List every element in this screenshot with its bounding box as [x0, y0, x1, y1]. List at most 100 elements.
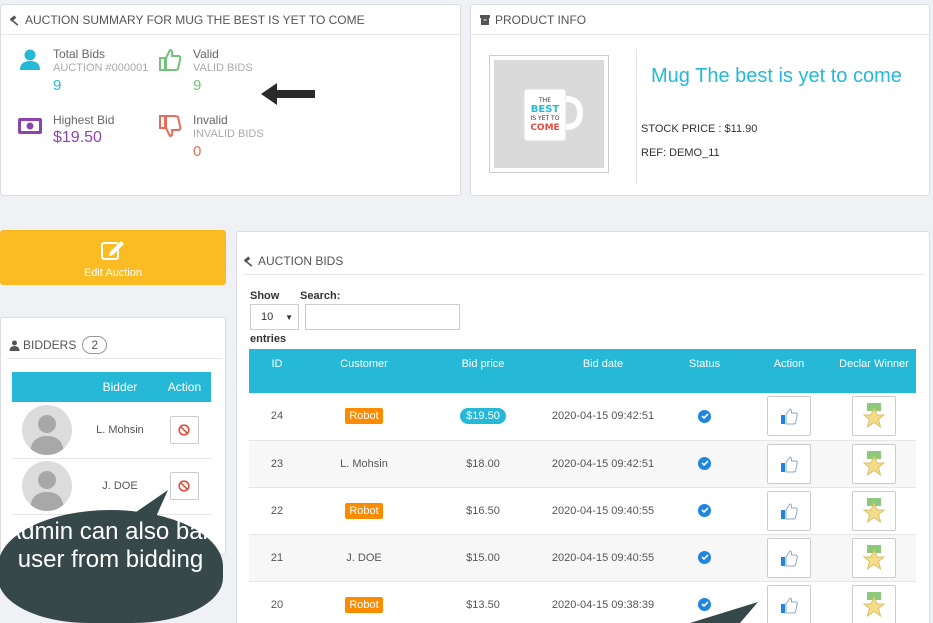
edit-icon [101, 241, 124, 260]
bid-row: 24 Robot $19.50 2020-04-15 09:42:51 [249, 393, 916, 441]
col-customer[interactable]: Customer [305, 349, 423, 393]
product-ref: REF: DEMO_11 [641, 147, 720, 159]
declare-winner-button[interactable] [852, 537, 896, 578]
product-panel-title: PRODUCT INFO [495, 12, 587, 27]
bidder-name: L. Mohsin [82, 402, 158, 459]
summary-title: AUCTION SUMMARY FOR MUG THE BEST IS YET … [25, 12, 365, 27]
divider [636, 49, 637, 184]
validate-bid-button[interactable] [767, 443, 811, 484]
highest-bid-pill: $19.50 [460, 408, 506, 425]
total-bids-stat: Total Bids AUCTION #000001 9 [17, 47, 148, 97]
col-bid-date[interactable]: Bid date [543, 349, 663, 393]
award-star-icon [862, 544, 886, 570]
award-star-icon [862, 450, 886, 476]
thumbs-down-icon [159, 115, 182, 138]
customer-robot-badge: Robot [345, 596, 383, 613]
bid-id: 21 [249, 534, 305, 582]
ban-icon [178, 480, 191, 492]
show-label: Show [250, 290, 280, 302]
gavel-icon [243, 256, 253, 267]
edit-auction-label: Edit Auction [83, 267, 143, 279]
entries-select[interactable]: 10 ▼ [250, 304, 299, 330]
summary-header: AUCTION SUMMARY FOR MUG THE BEST IS YET … [1, 5, 460, 35]
validate-bid-button[interactable] [767, 490, 811, 531]
thumbs-up-icon [159, 48, 182, 71]
award-star-icon [862, 497, 886, 523]
bids-divider [243, 274, 925, 275]
declare-winner-button[interactable] [852, 443, 896, 484]
invalid-stat: Invalid INVALID BIDS 0 [157, 113, 264, 163]
search-input[interactable] [305, 304, 460, 330]
bidders-divider [7, 358, 222, 359]
callout-text: Admin can also ban user from bidding [5, 518, 216, 573]
bid-row: 22 Robot $16.50 2020-04-15 09:40:55 [249, 487, 916, 535]
product-name[interactable]: Mug The best is yet to come [651, 65, 902, 88]
declare-winner-button[interactable] [852, 584, 896, 623]
bids-header: AUCTION BIDS [243, 254, 343, 268]
col-bid-price[interactable]: Bid price [423, 349, 543, 393]
bid-row: 20 Robot $13.50 2020-04-15 09:38:39 [249, 581, 916, 623]
col-declare-winner[interactable]: Declar Winner [832, 349, 916, 393]
award-star-icon [862, 591, 886, 617]
bid-row: 23 L. Mohsin $18.00 2020-04-15 09:42:51 [249, 440, 916, 488]
customer-robot-badge: Robot [345, 408, 383, 425]
ban-icon [178, 424, 191, 436]
invalid-label: Invalid [193, 113, 228, 127]
chevron-down-icon: ▼ [285, 312, 293, 322]
col-id[interactable]: ID [249, 349, 305, 393]
thumbs-up-icon [781, 549, 798, 566]
bid-id: 20 [249, 581, 305, 623]
auction-bids-table: ID Customer Bid price Bid date Status Ac… [249, 349, 916, 623]
check-icon [698, 409, 711, 423]
mug-text-1: THE [538, 97, 551, 104]
arrow-left-icon [261, 83, 315, 105]
bid-price: $15.00 [423, 534, 543, 582]
bidders-title: BIDDERS [23, 338, 77, 352]
validate-bid-button[interactable] [767, 396, 811, 437]
ban-user-button[interactable] [169, 415, 199, 444]
bidders-header: BIDDERS 2 [9, 336, 108, 354]
avatar [22, 404, 72, 455]
total-bids-sub: AUCTION #000001 [53, 62, 149, 74]
customer-robot-badge: Robot [345, 502, 383, 519]
bidder-row: L. Mohsin [12, 402, 211, 459]
product-header: PRODUCT INFO [471, 5, 929, 35]
col-action[interactable]: Action [746, 349, 832, 393]
bid-id: 23 [249, 440, 305, 488]
bid-price: $13.50 [423, 581, 543, 623]
highest-bid-label: Highest Bid [53, 113, 115, 127]
check-icon [698, 550, 711, 564]
check-icon [698, 456, 711, 470]
check-icon [698, 503, 711, 517]
gavel-icon [9, 14, 19, 26]
valid-label: Valid [193, 47, 219, 61]
thumbs-up-icon [781, 502, 798, 519]
col-action: Action [157, 372, 211, 402]
highest-bid-stat: Highest Bid $19.50 [17, 113, 114, 149]
valid-sub: VALID BIDS [193, 62, 253, 74]
edit-auction-button[interactable]: Edit Auction [0, 230, 226, 285]
bid-date: 2020-04-15 09:38:39 [543, 581, 663, 623]
annotation-callout: Admin can also ban user from bidding [0, 510, 223, 623]
entries-select-value: 10 [261, 311, 274, 323]
validate-bid-button[interactable] [767, 537, 811, 578]
declare-winner-button[interactable] [852, 396, 896, 437]
invalid-sub: INVALID BIDS [193, 128, 264, 140]
user-icon [9, 340, 20, 351]
highest-bid-value: $19.50 [53, 129, 102, 146]
validate-bid-button[interactable] [767, 584, 811, 623]
declare-winner-button[interactable] [852, 490, 896, 531]
avatar [22, 461, 72, 511]
user-icon [20, 49, 40, 70]
product-image[interactable]: THE BEST IS YET TO COME [489, 55, 609, 173]
bidders-count-badge: 2 [82, 336, 108, 354]
thumbs-up-icon [781, 455, 798, 472]
thumbs-up-icon [781, 596, 798, 613]
ban-user-button[interactable] [169, 472, 199, 500]
bid-date: 2020-04-15 09:40:55 [543, 487, 663, 535]
money-icon [18, 118, 42, 134]
award-star-icon [862, 403, 886, 429]
bid-customer: J. DOE [305, 534, 423, 582]
col-status[interactable]: Status [663, 349, 746, 393]
valid-stat: Valid VALID BIDS 9 [157, 47, 253, 97]
